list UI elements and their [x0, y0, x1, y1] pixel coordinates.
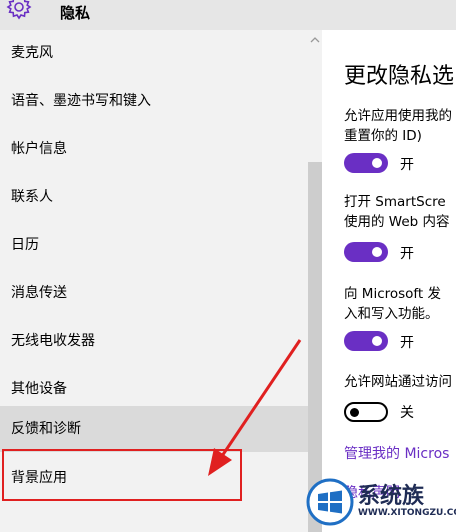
sidebar-item-account-info[interactable]: 帐户信息: [0, 126, 308, 172]
setting-3-description-line2: 入和写入功能。: [344, 306, 439, 322]
sidebar-item-calendar[interactable]: 日历: [0, 222, 308, 268]
sidebar-item-microphone[interactable]: 麦克风: [0, 30, 308, 76]
toggle-knob: [372, 336, 382, 346]
sidebar-scrollbar[interactable]: [308, 30, 322, 532]
page-title: 隐私: [60, 4, 91, 22]
setting-1-toggle[interactable]: [344, 153, 388, 173]
toggle-knob: [350, 408, 359, 417]
main-heading: 更改隐私选: [344, 64, 455, 89]
setting-3-toggle[interactable]: [344, 331, 388, 351]
setting-1-description-line1: 允许应用使用我的: [344, 108, 452, 124]
sidebar-item-feedback-diagnostics[interactable]: 反馈和诊断: [0, 406, 308, 452]
sidebar-item-messaging[interactable]: 消息传送: [0, 270, 308, 316]
setting-4-toggle[interactable]: [344, 402, 388, 422]
setting-3-toggle-state: 开: [400, 335, 414, 351]
toggle-knob: [372, 158, 382, 168]
sidebar-item-contacts[interactable]: 联系人: [0, 174, 308, 220]
sidebar-item-radios[interactable]: 无线电收发器: [0, 318, 308, 364]
main-panel: 更改隐私选 允许应用使用我的 重置你的 ID) 开 打开 SmartScre 使…: [322, 30, 456, 532]
watermark-url: WWW.XITONGZU.COM: [358, 508, 456, 518]
setting-2-description-line2: 使用的 Web 内容: [344, 214, 450, 230]
setting-2-description-line1: 打开 SmartScre: [344, 194, 446, 210]
setting-3-description-line1: 向 Microsoft 发: [344, 286, 442, 302]
setting-4-description-line1: 允许网站通过访问: [344, 374, 452, 390]
scrollbar-thumb[interactable]: [308, 162, 322, 532]
site-watermark: 系统族 WWW.XITONGZU.COM: [306, 478, 456, 532]
watermark-text: 系统族: [358, 484, 425, 509]
setting-4-toggle-state: 关: [400, 405, 414, 421]
setting-1-description-line2: 重置你的 ID): [344, 128, 422, 144]
windows-logo-icon: [306, 478, 354, 526]
toggle-knob: [372, 247, 382, 257]
setting-1-toggle-state: 开: [400, 157, 414, 173]
setting-2-toggle[interactable]: [344, 242, 388, 262]
header-bar: 隐私: [0, 0, 456, 30]
sidebar-item-speech-inking-typing[interactable]: 语音、墨迹书写和键入: [0, 78, 308, 124]
setting-2-toggle-state: 开: [400, 246, 414, 262]
manage-microsoft-link[interactable]: 管理我的 Micros: [344, 443, 449, 463]
gear-icon[interactable]: [6, 0, 32, 20]
annotation-highlight-box: [2, 449, 242, 501]
scroll-up-arrow-icon[interactable]: [310, 36, 320, 44]
